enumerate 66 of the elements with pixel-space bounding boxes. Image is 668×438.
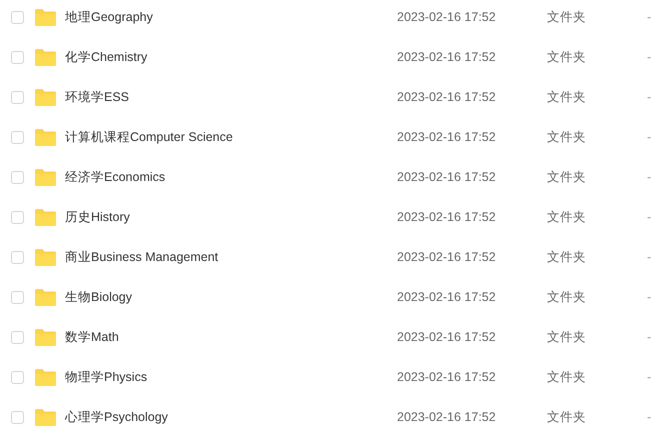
file-type: 文件夹 <box>547 88 587 106</box>
folder-icon <box>35 248 56 266</box>
folder-icon <box>35 48 56 66</box>
file-size: - <box>647 368 652 386</box>
file-type: 文件夹 <box>547 208 587 226</box>
file-size: - <box>647 128 652 146</box>
modified-date: 2023-02-16 17:52 <box>397 328 497 346</box>
modified-date: 2023-02-16 17:52 <box>397 248 497 266</box>
file-name[interactable]: 历史History <box>65 208 397 226</box>
file-size: - <box>647 288 652 306</box>
file-name[interactable]: 环境学ESS <box>65 88 397 106</box>
checkbox[interactable] <box>11 210 24 224</box>
checkbox[interactable] <box>11 10 24 24</box>
checkbox[interactable] <box>11 410 24 424</box>
checkbox[interactable] <box>11 290 24 304</box>
modified-date: 2023-02-16 17:52 <box>397 48 497 66</box>
checkbox[interactable] <box>11 370 24 384</box>
folder-icon <box>35 328 56 346</box>
file-type: 文件夹 <box>547 128 587 146</box>
file-name[interactable]: 计算机课程Computer Science <box>65 128 397 146</box>
file-size: - <box>647 408 652 426</box>
file-size: - <box>647 88 652 106</box>
checkbox[interactable] <box>11 250 24 264</box>
folder-icon <box>35 128 56 146</box>
folder-icon <box>35 208 56 226</box>
file-type: 文件夹 <box>547 368 587 386</box>
folder-icon <box>35 8 56 26</box>
file-type: 文件夹 <box>547 408 587 426</box>
file-type: 文件夹 <box>547 288 587 306</box>
modified-date: 2023-02-16 17:52 <box>397 208 497 226</box>
folder-icon <box>35 288 56 306</box>
checkbox[interactable] <box>11 90 24 104</box>
modified-date: 2023-02-16 17:52 <box>397 408 497 426</box>
file-size: - <box>647 208 652 226</box>
folder-icon <box>35 88 56 106</box>
modified-date: 2023-02-16 17:52 <box>397 168 497 186</box>
checkbox[interactable] <box>11 50 24 64</box>
file-size: - <box>647 248 652 266</box>
checkbox[interactable] <box>11 170 24 184</box>
file-size: - <box>647 328 652 346</box>
file-size: - <box>647 8 652 26</box>
file-size: - <box>647 168 652 186</box>
file-size: - <box>647 48 652 66</box>
modified-date: 2023-02-16 17:52 <box>397 88 497 106</box>
folder-icon <box>35 368 56 386</box>
file-type: 文件夹 <box>547 168 587 186</box>
file-name[interactable]: 心理学Psychology <box>65 408 397 426</box>
file-name[interactable]: 地理Geography <box>65 8 397 26</box>
folder-icon <box>35 168 56 186</box>
checkbox[interactable] <box>11 330 24 344</box>
file-name[interactable]: 数学Math <box>65 328 397 346</box>
file-type: 文件夹 <box>547 48 587 66</box>
modified-date: 2023-02-16 17:52 <box>397 128 497 146</box>
checkbox[interactable] <box>11 130 24 144</box>
modified-date: 2023-02-16 17:52 <box>397 368 497 386</box>
file-type: 文件夹 <box>547 8 587 26</box>
file-name[interactable]: 经济学Economics <box>65 168 397 186</box>
file-name[interactable]: 生物Biology <box>65 288 397 306</box>
folder-icon <box>35 408 56 426</box>
file-name[interactable]: 商业Business Management <box>65 248 397 266</box>
file-type: 文件夹 <box>547 248 587 266</box>
file-type: 文件夹 <box>547 328 587 346</box>
modified-date: 2023-02-16 17:52 <box>397 288 497 306</box>
file-name[interactable]: 物理学Physics <box>65 368 397 386</box>
file-name[interactable]: 化学Chemistry <box>65 48 397 66</box>
modified-date: 2023-02-16 17:52 <box>397 8 497 26</box>
